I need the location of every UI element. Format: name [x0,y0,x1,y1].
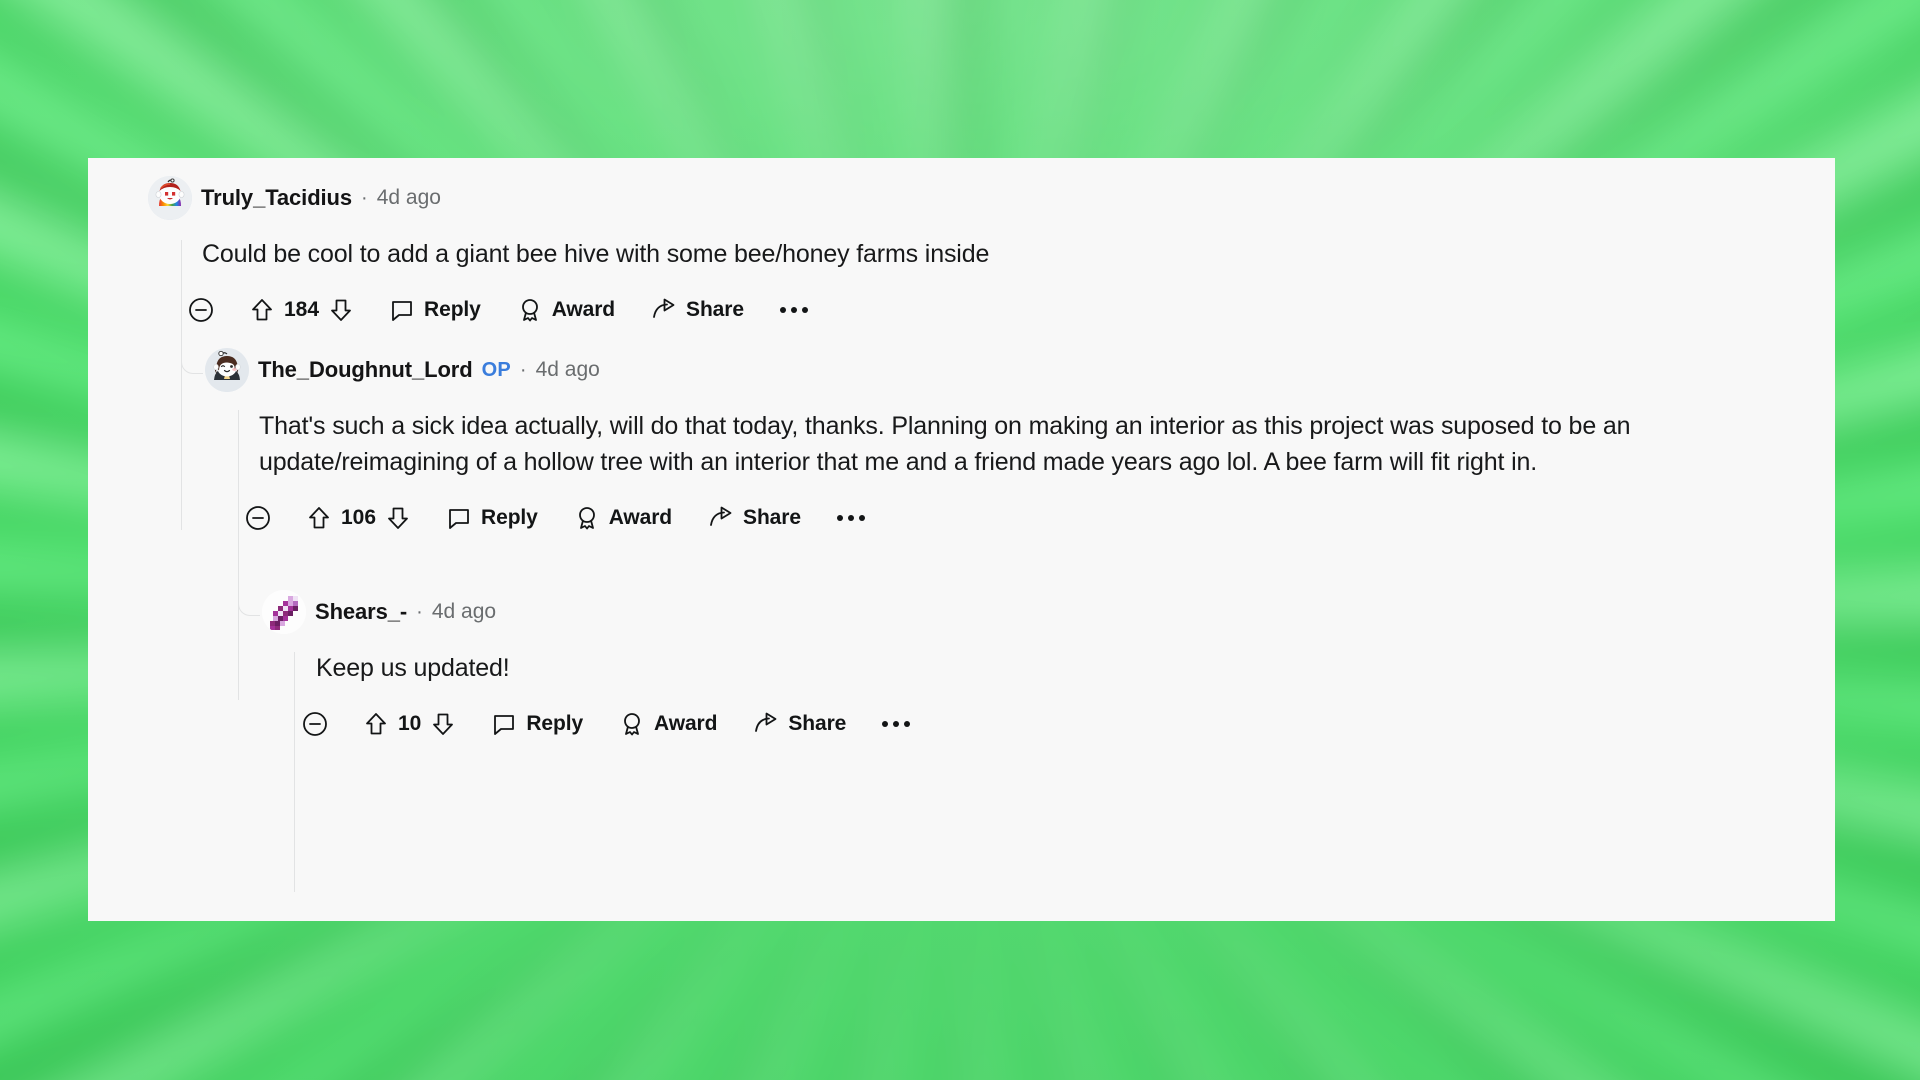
share-label: Share [743,506,801,529]
reddit-snoo-rainbow-avatar [148,176,192,220]
upvote-button[interactable] [307,505,331,531]
comment-bubble-icon [494,715,515,735]
comment-timestamp: 4d ago [431,600,497,623]
award-label: Award [654,712,718,735]
comment-thread-card: Truly_Tacidius · 4d ago Could be cool to… [88,158,1835,921]
vote-score: 184 [284,298,320,321]
share-button[interactable]: Share [753,711,846,737]
share-button[interactable]: Share [708,505,801,531]
comment-author[interactable]: The_Doughnut_Lord [258,357,473,383]
minus-circle-icon [189,298,213,322]
pixel-shears-avatar [262,590,306,634]
ellipsis-dot [882,721,889,727]
comment-timestamp: 4d ago [376,186,441,209]
upvote-arrow-icon [252,299,272,321]
collapse-button[interactable] [245,505,271,531]
award-button[interactable]: Award [517,297,615,323]
reply-label: Reply [481,506,538,529]
reply-button[interactable]: Reply [446,505,538,531]
share-arrow-icon [710,506,732,526]
award-label: Award [608,506,673,529]
reply-label: Reply [526,712,584,735]
share-label: Share [788,712,847,735]
comment-action-bar: 106 Reply Award Share [245,498,1805,538]
upvote-arrow-icon [309,507,329,529]
more-options-button[interactable] [836,515,865,521]
comment-body: Keep us updated! [316,654,510,682]
ellipsis-dot [790,307,797,313]
comment-author[interactable]: Truly_Tacidius [201,185,352,211]
downvote-arrow-icon [388,507,408,529]
avatar[interactable] [148,176,192,220]
ellipsis-dot [904,721,911,727]
vote-score: 10 [398,712,422,735]
award-ribbon-icon [624,713,640,736]
downvote-button[interactable] [386,505,410,531]
more-options-button[interactable] [779,307,808,313]
ellipsis-dot [858,515,865,521]
comment-header: Truly_Tacidius · 4d ago [148,176,1788,220]
award-button[interactable]: Award [619,711,717,737]
avatar[interactable] [205,348,249,392]
separator-dot: · [416,601,423,623]
share-label: Share [686,298,744,321]
avatar[interactable] [262,590,306,634]
upvote-button[interactable] [364,711,388,737]
comment-header: The_Doughnut_Lord OP · 4d ago [205,348,1805,392]
downvote-arrow-icon [331,299,351,321]
downvote-arrow-icon [433,713,454,735]
comment-body: Could be cool to add a giant bee hive wi… [202,240,990,268]
share-arrow-icon [653,298,675,318]
comment-body: That's such a sick idea actually, will d… [259,412,1631,476]
reply-label: Reply [424,298,481,321]
ellipsis-dot [801,307,808,313]
award-button[interactable]: Award [574,505,672,531]
comment-action-bar: 10 Reply Award Share [302,704,1802,744]
comment-action-bar: 184 Reply Award Share [188,290,1788,330]
ellipsis-dot [893,721,900,727]
award-ribbon-icon [578,507,595,530]
vote-score: 106 [341,506,377,529]
separator-dot: · [519,359,527,381]
award-label: Award [551,298,616,321]
comment-item: Truly_Tacidius · 4d ago Could be cool to… [148,176,1788,330]
share-button[interactable]: Share [651,297,744,323]
downvote-button[interactable] [431,711,455,737]
reply-button[interactable]: Reply [491,711,583,737]
separator-dot: · [361,187,368,209]
reply-button[interactable]: Reply [389,297,481,323]
share-arrow-icon [755,712,777,732]
upvote-button[interactable] [250,297,274,323]
comment-bubble-icon [449,509,469,529]
thread-elbow-depth-1 [181,348,203,374]
reddit-snoo-brunette-avatar [205,348,249,392]
comment-bubble-icon [392,301,412,321]
minus-circle-icon [246,506,270,530]
ellipsis-dot [779,307,786,313]
collapse-button[interactable] [188,297,214,323]
minus-circle-icon [303,712,327,736]
comment-author[interactable]: Shears_- [315,599,407,625]
comment-item: The_Doughnut_Lord OP · 4d ago That's suc… [205,348,1805,538]
ellipsis-dot [836,515,843,521]
comment-header: Shears_- · 4d ago [262,590,1802,634]
award-ribbon-icon [521,299,538,322]
thread-elbow-depth-2 [238,590,260,616]
comment-item: Shears_- · 4d ago Keep us updated! 10 Re… [262,590,1802,744]
upvote-arrow-icon [366,713,386,735]
downvote-button[interactable] [329,297,353,323]
comment-timestamp: 4d ago [535,358,600,381]
ellipsis-dot [847,515,854,521]
collapse-button[interactable] [302,711,328,737]
op-badge: OP [481,358,511,381]
more-options-button[interactable] [882,721,911,727]
